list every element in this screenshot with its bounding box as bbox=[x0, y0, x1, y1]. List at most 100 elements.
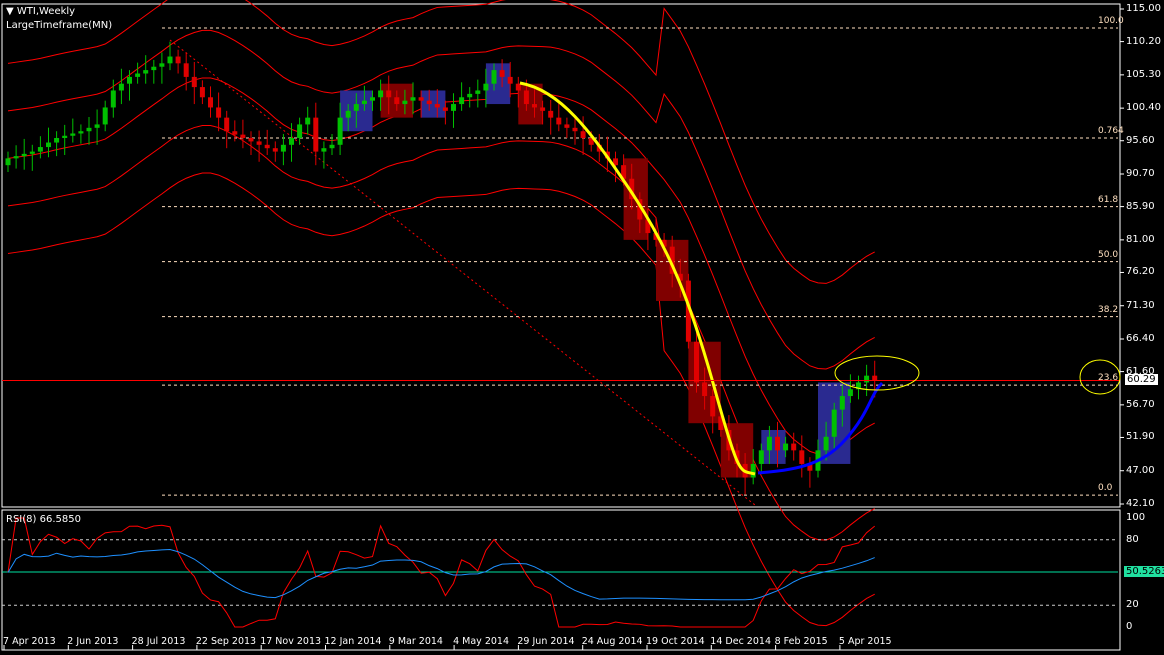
candle-body bbox=[248, 138, 254, 142]
candle-body bbox=[402, 100, 408, 105]
candle-body bbox=[46, 142, 51, 148]
rsi-line bbox=[7, 517, 876, 628]
main-panel-frame bbox=[1, 3, 1121, 508]
price-axis-label: 56.70 bbox=[1126, 398, 1155, 410]
candle-body bbox=[183, 63, 189, 77]
candle-body bbox=[418, 97, 424, 101]
price-axis-label: 51.90 bbox=[1126, 431, 1155, 443]
candle-body bbox=[272, 148, 278, 152]
candle-body bbox=[264, 144, 270, 149]
time-axis-label: 14 Dec 2014 bbox=[710, 636, 771, 647]
band-line-outer-high bbox=[7, 0, 875, 284]
time-axis-label: 8 Feb 2015 bbox=[774, 636, 828, 647]
candle-body bbox=[208, 97, 213, 108]
candle-body bbox=[86, 127, 92, 132]
time-axis-label: 9 Mar 2014 bbox=[388, 636, 443, 647]
candle-body bbox=[394, 97, 400, 105]
price-axis-label: 115.00 bbox=[1126, 3, 1161, 14]
candle-body bbox=[289, 138, 294, 145]
price-axis-label: 81.00 bbox=[1126, 233, 1155, 245]
time-axis-label: 22 Sep 2013 bbox=[195, 636, 257, 647]
candle-body bbox=[694, 341, 699, 383]
candle-body bbox=[143, 70, 149, 74]
candle-body bbox=[175, 56, 181, 64]
candle-body bbox=[118, 83, 124, 91]
candle-body bbox=[37, 147, 43, 152]
candle-body bbox=[110, 90, 116, 108]
time-axis-label: 17 Nov 2013 bbox=[260, 636, 322, 647]
time-axis-label: 29 Jun 2014 bbox=[517, 636, 575, 647]
candle-body bbox=[532, 104, 537, 108]
price-axis-label: 110.20 bbox=[1126, 35, 1161, 47]
collapse-triangle-icon[interactable]: ▼ bbox=[6, 6, 17, 17]
candle-body bbox=[491, 70, 497, 84]
price-axis-label: 105.30 bbox=[1126, 68, 1161, 80]
candle-body bbox=[831, 409, 837, 437]
candle-body bbox=[750, 463, 756, 478]
candle-body bbox=[847, 389, 853, 397]
candle-body bbox=[13, 156, 19, 159]
candle-body bbox=[21, 153, 27, 157]
fib-level-label: 23.6 bbox=[1098, 373, 1119, 384]
candle-body bbox=[232, 131, 238, 135]
candle-body bbox=[151, 66, 157, 71]
rsi-signal-line bbox=[7, 549, 875, 601]
candle-body bbox=[297, 124, 303, 139]
candle-body bbox=[240, 134, 246, 139]
candle-body bbox=[345, 110, 351, 118]
fib-level-label: 38.2 bbox=[1098, 304, 1119, 315]
candle-body bbox=[507, 76, 513, 84]
price-axis-label: 66.40 bbox=[1126, 333, 1155, 344]
candle-body bbox=[29, 151, 35, 154]
candle-body bbox=[305, 117, 311, 125]
candle-body bbox=[167, 56, 173, 64]
rsi-axis-label: 100 bbox=[1126, 512, 1146, 523]
rsi-axis-label: 80 bbox=[1126, 533, 1139, 545]
candle-body bbox=[78, 131, 84, 134]
rsi-label: RSI(8) 66.5850 bbox=[6, 514, 81, 525]
price-axis-label: 85.90 bbox=[1126, 200, 1155, 212]
candle-body bbox=[556, 117, 562, 125]
price-axis-label: 90.70 bbox=[1126, 168, 1155, 179]
rsi-panel-frame bbox=[1, 509, 1121, 651]
price-axis-label: 100.40 bbox=[1126, 102, 1161, 114]
monthly-candle-box bbox=[421, 90, 446, 118]
candle-body bbox=[159, 63, 165, 67]
time-axis-label: 24 Aug 2014 bbox=[581, 636, 643, 647]
candle-body bbox=[434, 104, 440, 108]
candle-body bbox=[313, 117, 319, 152]
candle-body bbox=[758, 450, 764, 464]
price-axis-label: 42.10 bbox=[1126, 498, 1155, 509]
price-chart[interactable] bbox=[0, 0, 1164, 655]
candle-body bbox=[548, 110, 554, 118]
price-axis-label: 76.20 bbox=[1126, 266, 1155, 278]
candle-body bbox=[70, 133, 76, 136]
time-axis-label: 28 Jul 2013 bbox=[131, 636, 186, 647]
candle-body bbox=[515, 83, 521, 91]
candle-body bbox=[216, 107, 222, 118]
candle-body bbox=[823, 436, 829, 451]
candle-body bbox=[451, 104, 456, 111]
candle-body bbox=[442, 107, 448, 111]
rsi-axis-label: 0 bbox=[1126, 621, 1133, 632]
candle-body bbox=[426, 100, 432, 105]
candle-body bbox=[321, 148, 327, 152]
candle-body bbox=[775, 436, 780, 451]
candle-body bbox=[523, 90, 529, 105]
candle-body bbox=[353, 104, 359, 111]
rsi-axis-label: 20 bbox=[1126, 599, 1139, 611]
candle-body bbox=[459, 97, 465, 105]
candle-body bbox=[791, 443, 797, 451]
candle-body bbox=[799, 450, 805, 464]
candle-body bbox=[386, 90, 392, 98]
candle-body bbox=[361, 100, 367, 105]
candle-body bbox=[337, 117, 343, 145]
symbol-title: WTI,Weekly bbox=[16, 6, 76, 17]
candle-body bbox=[540, 107, 546, 111]
candle-body bbox=[62, 135, 68, 139]
time-axis-label: 4 May 2014 bbox=[453, 636, 509, 647]
candle-body bbox=[467, 93, 473, 98]
monthly-candle-box bbox=[485, 63, 511, 105]
candle-body bbox=[499, 70, 505, 77]
time-axis-label: 2 Jun 2013 bbox=[67, 636, 119, 647]
